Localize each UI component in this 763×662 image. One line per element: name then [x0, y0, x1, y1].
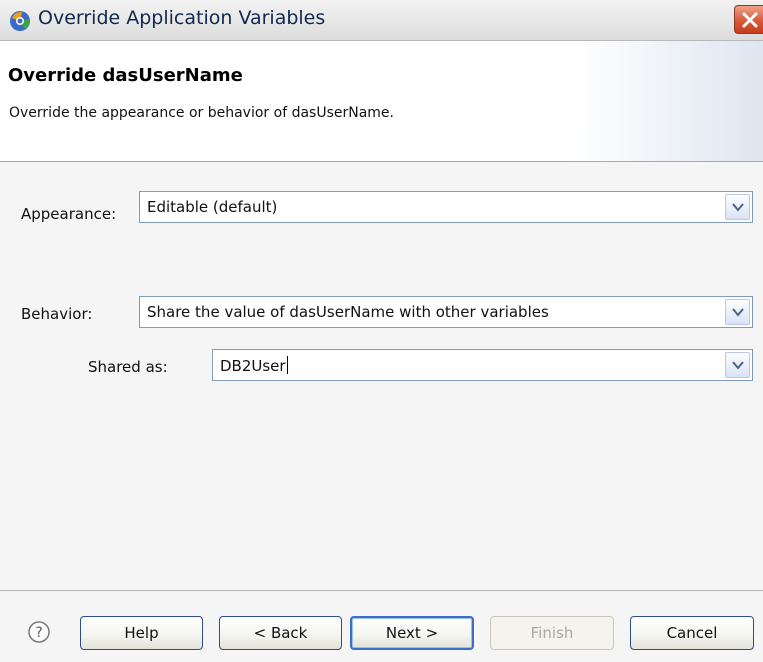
next-button[interactable]: Next >	[350, 616, 474, 650]
wizard-banner: Override dasUserName Override the appear…	[0, 41, 763, 162]
window-title: Override Application Variables	[38, 7, 326, 29]
shared-as-value: DB2User	[220, 357, 286, 375]
close-button[interactable]	[734, 5, 763, 34]
svg-text:?: ?	[35, 625, 42, 641]
behavior-label: Behavior:	[21, 305, 93, 323]
appearance-dropdown-arrow[interactable]	[725, 194, 750, 220]
back-button[interactable]: < Back	[219, 616, 342, 650]
page-description: Override the appearance or behavior of d…	[9, 105, 394, 121]
finish-button[interactable]: Finish	[490, 616, 614, 650]
chevron-down-icon	[732, 361, 744, 370]
cancel-button[interactable]: Cancel	[630, 616, 754, 650]
text-cursor	[286, 356, 288, 374]
chevron-down-icon	[732, 308, 744, 317]
chevron-down-icon	[732, 203, 744, 212]
page-title: Override dasUserName	[8, 65, 243, 86]
appearance-label: Appearance:	[21, 205, 117, 223]
title-bar[interactable]: Override Application Variables	[0, 0, 763, 41]
shared-as-dropdown-arrow[interactable]	[725, 352, 750, 378]
behavior-value: Share the value of dasUserName with othe…	[147, 303, 549, 321]
appearance-value: Editable (default)	[147, 198, 278, 216]
shared-as-combo[interactable]: DB2User	[212, 349, 753, 381]
help-button[interactable]: Help	[80, 616, 203, 650]
close-x-icon	[742, 12, 758, 28]
form-area: Appearance: Editable (default) Behavior:…	[0, 162, 763, 590]
behavior-dropdown-arrow[interactable]	[725, 299, 750, 325]
appearance-dropdown[interactable]: Editable (default)	[139, 191, 753, 223]
shared-as-text: DB2User	[220, 356, 288, 375]
shared-as-label: Shared as:	[88, 358, 168, 376]
question-mark-icon[interactable]: ?	[27, 620, 51, 644]
app-icon	[8, 9, 32, 33]
behavior-dropdown[interactable]: Share the value of dasUserName with othe…	[139, 296, 753, 328]
button-bar: ? Help < Back Next > Finish Cancel	[0, 590, 763, 662]
